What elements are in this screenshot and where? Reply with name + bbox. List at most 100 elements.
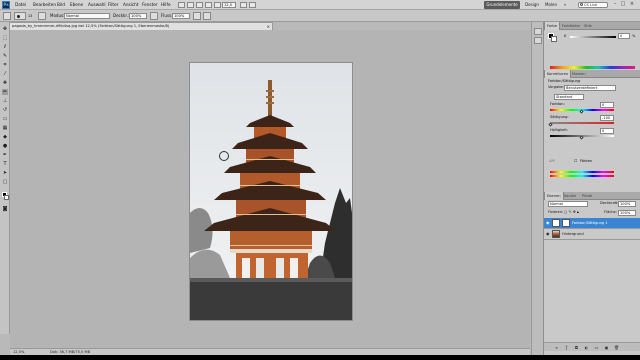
menu-datei[interactable]: Datei <box>15 2 26 7</box>
tab-ebenen[interactable]: Ebenen <box>544 192 564 200</box>
layer-style-icon[interactable]: ƒ <box>564 345 569 350</box>
flow-field[interactable]: 100% <box>172 13 190 19</box>
lightness-field[interactable]: 0 <box>600 128 614 134</box>
cs-live-field[interactable]: CS Live <box>578 2 608 8</box>
eye-icon[interactable]: ◉ <box>546 232 550 236</box>
lightness-slider-knob[interactable] <box>579 135 584 140</box>
eraser-tool-icon[interactable]: ▭ <box>2 116 8 122</box>
gradient-tool-icon[interactable]: ▦ <box>2 125 8 131</box>
link-layers-icon[interactable]: ∞ <box>554 345 559 350</box>
eye-icon[interactable]: ◉ <box>546 221 550 225</box>
menu-ansicht[interactable]: Ansicht <box>123 2 138 7</box>
tab-korrekturen[interactable]: Korrekturen <box>544 70 572 78</box>
brush-panel-icon[interactable] <box>38 12 46 20</box>
blend-mode-select[interactable]: Normal <box>548 201 588 207</box>
tab-masken[interactable]: Masken <box>570 70 588 78</box>
menu-hilfe[interactable]: Hilfe <box>161 2 171 7</box>
hue-slider-knob[interactable] <box>579 109 584 114</box>
tab-farbe[interactable]: Farbe <box>544 22 560 30</box>
eyedropper-tool-icon[interactable]: ⁄ <box>2 71 8 77</box>
layer-opacity-field[interactable]: 100% <box>618 201 636 207</box>
pen-tool-icon[interactable]: ✒ <box>2 152 8 158</box>
menu-ebene[interactable]: Ebene <box>70 2 83 7</box>
menu-bearbeiten[interactable]: Bearbeiten <box>33 2 56 7</box>
new-adjustment-icon[interactable]: ◐ <box>584 345 589 350</box>
tab-farbfelder[interactable]: Farbfelder <box>560 22 582 30</box>
workspace-more-icon[interactable]: » <box>561 1 569 9</box>
saturation-field[interactable]: -100 <box>600 115 614 121</box>
colorize-label: Färben <box>580 159 593 163</box>
lock-icons[interactable]: ▢ ✎ ✥ 🔒︎ <box>564 210 579 215</box>
background-color-swatch[interactable] <box>4 195 9 200</box>
close-icon[interactable]: × <box>629 2 635 8</box>
tab-kanaele[interactable]: Kanäle <box>562 192 578 200</box>
dodge-tool-icon[interactable]: ● <box>2 143 8 149</box>
menu-fenster[interactable]: Fenster <box>142 2 158 7</box>
trash-icon[interactable]: 🗑︎ <box>614 345 619 350</box>
workspace-design[interactable]: Design <box>524 1 540 9</box>
tab-close-icon[interactable]: × <box>267 23 270 30</box>
maximize-icon[interactable]: □ <box>620 2 626 8</box>
tab-pfade[interactable]: Pfade <box>580 192 594 200</box>
k-slider[interactable] <box>570 36 616 38</box>
brush-tool-preset-icon[interactable] <box>3 12 11 20</box>
workspace-malen[interactable]: Malen <box>544 1 558 9</box>
airbrush-icon[interactable] <box>193 12 201 20</box>
move-tool-icon[interactable]: ✥ <box>2 26 8 32</box>
healing-brush-tool-icon[interactable]: ✚ <box>2 80 8 86</box>
pressure-opacity-icon[interactable] <box>150 12 158 20</box>
quick-mask-icon[interactable]: ◙ <box>2 206 8 212</box>
type-tool-icon[interactable]: T <box>2 161 8 167</box>
document-tab-title: pagoda_by_hmmmmm-d9ib4sq.jpg bei 12,5% (… <box>12 24 170 28</box>
colorize-checkbox[interactable]: ☐ <box>574 159 577 164</box>
new-layer-icon[interactable]: ▣ <box>604 345 609 350</box>
color-ramp[interactable] <box>550 66 635 69</box>
bridge-icon[interactable] <box>178 2 185 8</box>
saturation-slider-knob[interactable] <box>548 122 553 127</box>
marquee-tool-icon[interactable]: ⬚ <box>2 35 8 41</box>
screen-mode-icon[interactable] <box>249 2 256 8</box>
actions-panel-icon[interactable] <box>534 37 542 44</box>
brush-tool-icon[interactable]: ✏ <box>2 89 8 95</box>
lasso-tool-icon[interactable]: ℓ <box>2 44 8 50</box>
preset-select[interactable]: Benutzerdefiniert <box>564 85 616 91</box>
menu-auswahl[interactable]: Auswahl <box>88 2 106 7</box>
mode-select[interactable]: Normal <box>64 13 110 19</box>
eyedropper-icons[interactable]: ⁄ ⁄ ⁄ <box>550 159 554 164</box>
arrange-documents-icon[interactable] <box>240 2 247 8</box>
hue-field[interactable]: 0 <box>600 102 614 108</box>
history-panel-icon[interactable] <box>534 28 542 35</box>
document-tab[interactable]: pagoda_by_hmmmmm-d9ib4sq.jpg bei 12,5% (… <box>8 22 273 30</box>
minibridge-icon[interactable] <box>187 2 194 8</box>
quick-select-tool-icon[interactable]: ✎ <box>2 53 8 59</box>
canvas-area[interactable] <box>10 30 530 348</box>
shape-tool-icon[interactable]: ▢ <box>2 179 8 185</box>
layer-row-farbton[interactable]: ◉ Farbton/Sättigung 1 <box>544 218 640 229</box>
menu-bild[interactable]: Bild <box>57 2 65 7</box>
opacity-field[interactable]: 100% <box>129 13 147 19</box>
k-field[interactable]: 0 <box>618 33 630 39</box>
fill-field[interactable]: 100% <box>618 210 636 216</box>
zoom-icon[interactable] <box>214 2 221 8</box>
saturation-slider[interactable] <box>550 122 614 124</box>
crop-tool-icon[interactable]: ⌗ <box>2 62 8 68</box>
blur-tool-icon[interactable]: ◆ <box>2 134 8 140</box>
history-brush-tool-icon[interactable]: ↺ <box>2 107 8 113</box>
brush-size-picker[interactable] <box>14 12 26 20</box>
document-canvas[interactable] <box>190 63 352 320</box>
channel-select[interactable]: Standard <box>554 94 584 100</box>
path-selection-tool-icon[interactable]: ➤ <box>2 170 8 176</box>
minimize-icon[interactable]: – <box>612 2 618 8</box>
tab-stile[interactable]: Stile <box>582 22 594 30</box>
panel-background-swatch[interactable] <box>551 36 557 42</box>
layer-row-hintergrund[interactable]: ◉ Hintergrund <box>544 229 640 240</box>
pressure-size-icon[interactable] <box>203 12 211 20</box>
add-mask-icon[interactable]: ◘ <box>574 345 579 350</box>
zoom-select[interactable]: 12,5 <box>222 2 236 8</box>
extras-icon[interactable] <box>196 2 203 8</box>
menu-filter[interactable]: Filter <box>108 2 118 7</box>
hand-icon[interactable] <box>205 2 212 8</box>
clone-stamp-tool-icon[interactable]: ⊥ <box>2 98 8 104</box>
new-group-icon[interactable]: ▭ <box>594 345 599 350</box>
workspace-grundelemente[interactable]: Grundelemente <box>484 1 520 9</box>
